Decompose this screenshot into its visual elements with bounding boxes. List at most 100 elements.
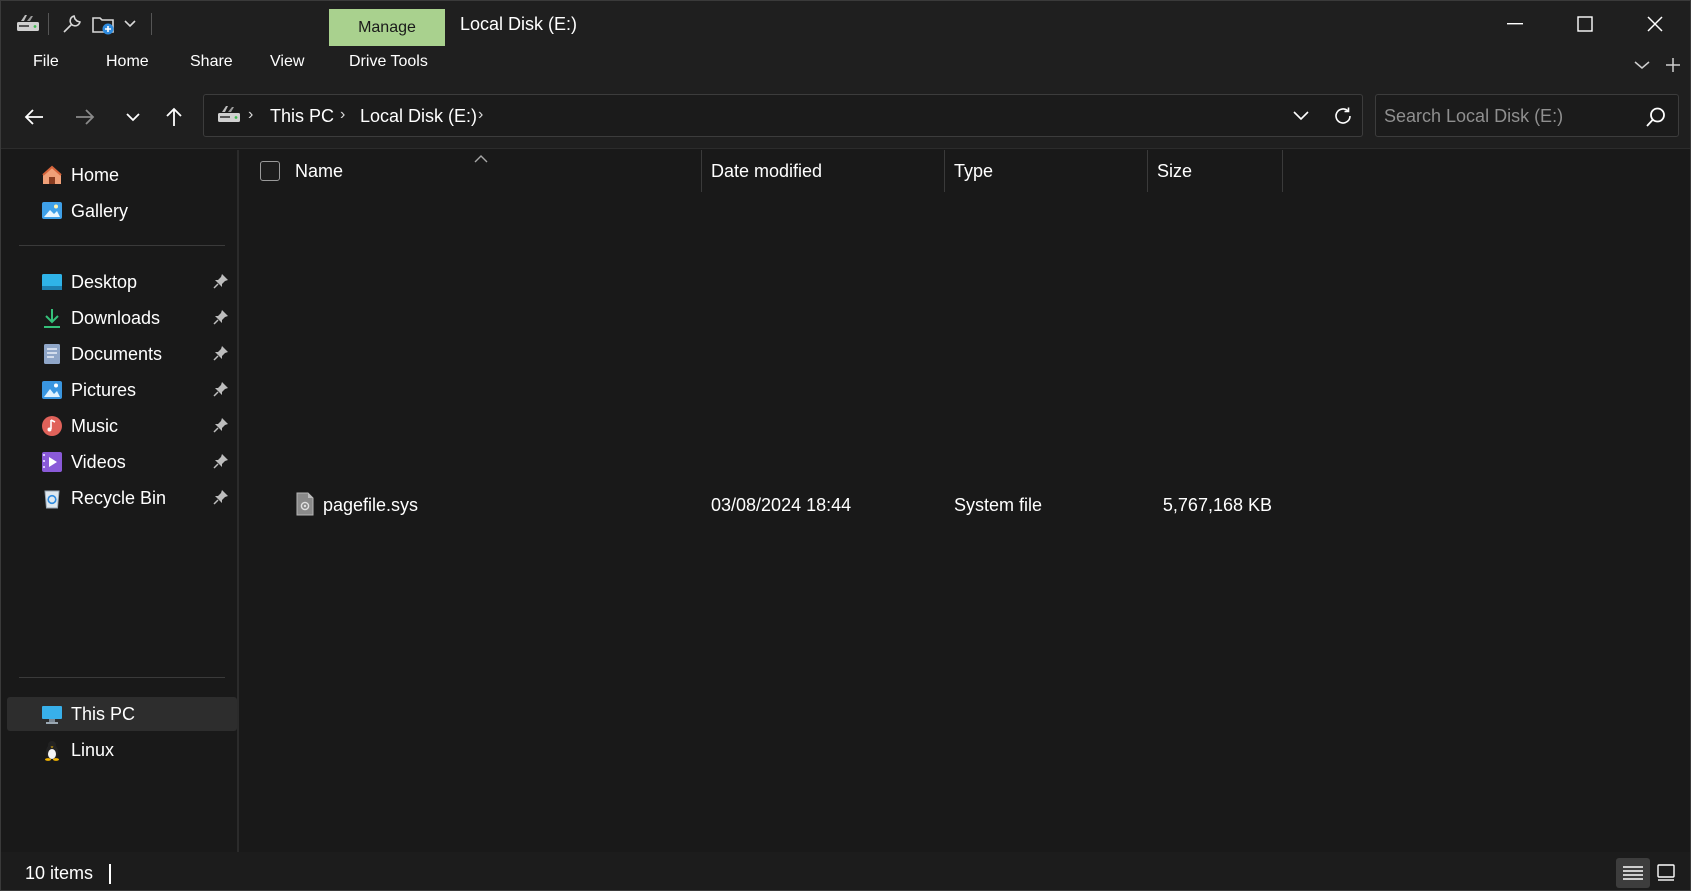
- select-all-checkbox[interactable]: [260, 161, 280, 181]
- file-list: Name Date modified Type Size pagefile.sy…: [241, 148, 1690, 852]
- downloads-folder-icon: [41, 307, 63, 329]
- column-header-size[interactable]: Size: [1157, 150, 1192, 192]
- item-count: 10 items: [25, 863, 94, 883]
- ribbon: [1, 49, 1690, 89]
- refresh-icon[interactable]: [1328, 101, 1358, 131]
- sidebar-item-home[interactable]: Home: [7, 158, 237, 192]
- column-header-date-modified[interactable]: Date modified: [711, 150, 822, 192]
- music-folder-icon: [41, 415, 63, 437]
- breadcrumb-chevron-icon[interactable]: ›: [478, 106, 483, 124]
- pin-icon[interactable]: [213, 345, 231, 363]
- column-header-type[interactable]: Type: [954, 150, 993, 192]
- close-button[interactable]: [1620, 1, 1690, 47]
- sidebar-item-label: Videos: [71, 452, 126, 472]
- breadcrumb-chevron-icon[interactable]: ›: [340, 106, 345, 124]
- tab-share[interactable]: Share: [190, 53, 233, 71]
- sidebar-item-label: This PC: [71, 704, 136, 724]
- recent-locations-chevron-icon[interactable]: [115, 99, 151, 135]
- sort-ascending-icon: [474, 148, 488, 163]
- breadcrumb-this-pc[interactable]: This PC: [270, 106, 334, 127]
- file-explorer-window: Manage Local Disk (E:) File Home Share V…: [0, 0, 1691, 891]
- status-bar: 10 items: [1, 852, 1690, 890]
- sidebar-item-music[interactable]: Music: [7, 409, 237, 443]
- linux-penguin-icon: [41, 739, 63, 761]
- up-button[interactable]: [156, 99, 192, 135]
- navigation-pane: Home Gallery Desktop Downloads Documents…: [1, 150, 239, 852]
- status-divider: [109, 864, 111, 884]
- column-separator[interactable]: [1147, 150, 1148, 192]
- search-icon[interactable]: [1642, 103, 1670, 131]
- sidebar-item-label: Pictures: [71, 380, 137, 400]
- documents-folder-icon: [41, 343, 63, 365]
- sidebar-divider: [19, 677, 225, 678]
- details-view-icon[interactable]: [1616, 858, 1650, 888]
- pin-icon[interactable]: [213, 489, 231, 507]
- sidebar-item-linux[interactable]: Linux: [7, 733, 237, 767]
- file-type: System file: [954, 495, 1043, 515]
- tab-drive-tools[interactable]: Drive Tools: [349, 53, 428, 71]
- large-icons-view-icon[interactable]: [1649, 858, 1683, 888]
- sidebar-item-label: Gallery: [71, 201, 129, 221]
- forward-button[interactable]: [67, 99, 103, 135]
- search-box[interactable]: [1375, 94, 1679, 137]
- file-name: pagefile.sys: [323, 495, 419, 515]
- sidebar-item-downloads[interactable]: Downloads: [7, 301, 237, 335]
- quick-access-separator: [48, 13, 49, 35]
- sidebar-divider: [19, 245, 225, 246]
- sidebar-item-label: Music: [71, 416, 119, 436]
- this-pc-icon: [41, 703, 63, 725]
- title-bar: [1, 1, 1690, 49]
- minimize-button[interactable]: [1480, 1, 1550, 47]
- breadcrumb-local-disk[interactable]: Local Disk (E:): [360, 106, 477, 127]
- maximize-button[interactable]: [1550, 1, 1620, 47]
- pin-icon[interactable]: [213, 417, 231, 435]
- sidebar-item-label: Downloads: [71, 308, 161, 328]
- drive-app-icon[interactable]: [13, 9, 43, 39]
- pin-icon[interactable]: [213, 273, 231, 291]
- sidebar-item-videos[interactable]: Videos: [7, 445, 237, 479]
- recycle-bin-icon: [41, 487, 63, 509]
- column-header-name[interactable]: Name: [295, 150, 343, 192]
- sidebar-item-label: Home: [71, 165, 120, 185]
- sidebar-item-this-pc[interactable]: This PC: [7, 697, 237, 731]
- new-folder-icon[interactable]: [89, 9, 119, 39]
- videos-folder-icon: [41, 451, 63, 473]
- address-history-chevron-icon[interactable]: [1286, 101, 1316, 131]
- sidebar-item-recycle-bin[interactable]: Recycle Bin: [7, 481, 237, 515]
- breadcrumb-chevron-icon[interactable]: ›: [248, 106, 253, 124]
- system-file-icon: [295, 492, 315, 516]
- customize-quick-access-chevron-icon[interactable]: [121, 9, 139, 39]
- tab-home[interactable]: Home: [106, 53, 149, 71]
- gallery-icon: [41, 200, 63, 222]
- tab-file[interactable]: File: [33, 53, 59, 71]
- properties-icon[interactable]: [57, 9, 87, 39]
- search-input[interactable]: [1384, 103, 1634, 129]
- column-separator[interactable]: [701, 150, 702, 192]
- table-row[interactable]: pagefile.sys 03/08/2024 18:44 System fil…: [241, 487, 1281, 523]
- sidebar-item-desktop[interactable]: Desktop: [7, 265, 237, 299]
- window-title: Local Disk (E:): [460, 14, 578, 34]
- expand-ribbon-chevron-icon[interactable]: [1628, 53, 1656, 77]
- address-bar[interactable]: › This PC › Local Disk (E:) ›: [203, 94, 1363, 137]
- file-date-modified: 03/08/2024 18:44: [711, 495, 852, 515]
- back-button[interactable]: [16, 99, 52, 135]
- column-separator[interactable]: [1282, 150, 1283, 192]
- new-tab-plus-icon[interactable]: [1659, 53, 1687, 77]
- tab-view[interactable]: View: [270, 53, 304, 71]
- pin-icon[interactable]: [213, 381, 231, 399]
- sidebar-item-documents[interactable]: Documents: [7, 337, 237, 371]
- title-separator: [151, 13, 152, 35]
- file-size: 5,767,168 KB: [1162, 495, 1272, 515]
- sidebar-item-pictures[interactable]: Pictures: [7, 373, 237, 407]
- sidebar-item-gallery[interactable]: Gallery: [7, 194, 237, 228]
- pin-icon[interactable]: [213, 453, 231, 471]
- pin-icon[interactable]: [213, 309, 231, 327]
- sidebar-item-label: Documents: [71, 344, 163, 364]
- manage-tab[interactable]: Manage: [329, 9, 445, 46]
- sidebar-item-label: Desktop: [71, 272, 138, 292]
- sidebar-item-label: Recycle Bin: [71, 488, 167, 508]
- sidebar-item-label: Linux: [71, 740, 115, 760]
- drive-icon: [216, 103, 242, 127]
- column-separator[interactable]: [944, 150, 945, 192]
- pictures-folder-icon: [41, 379, 63, 401]
